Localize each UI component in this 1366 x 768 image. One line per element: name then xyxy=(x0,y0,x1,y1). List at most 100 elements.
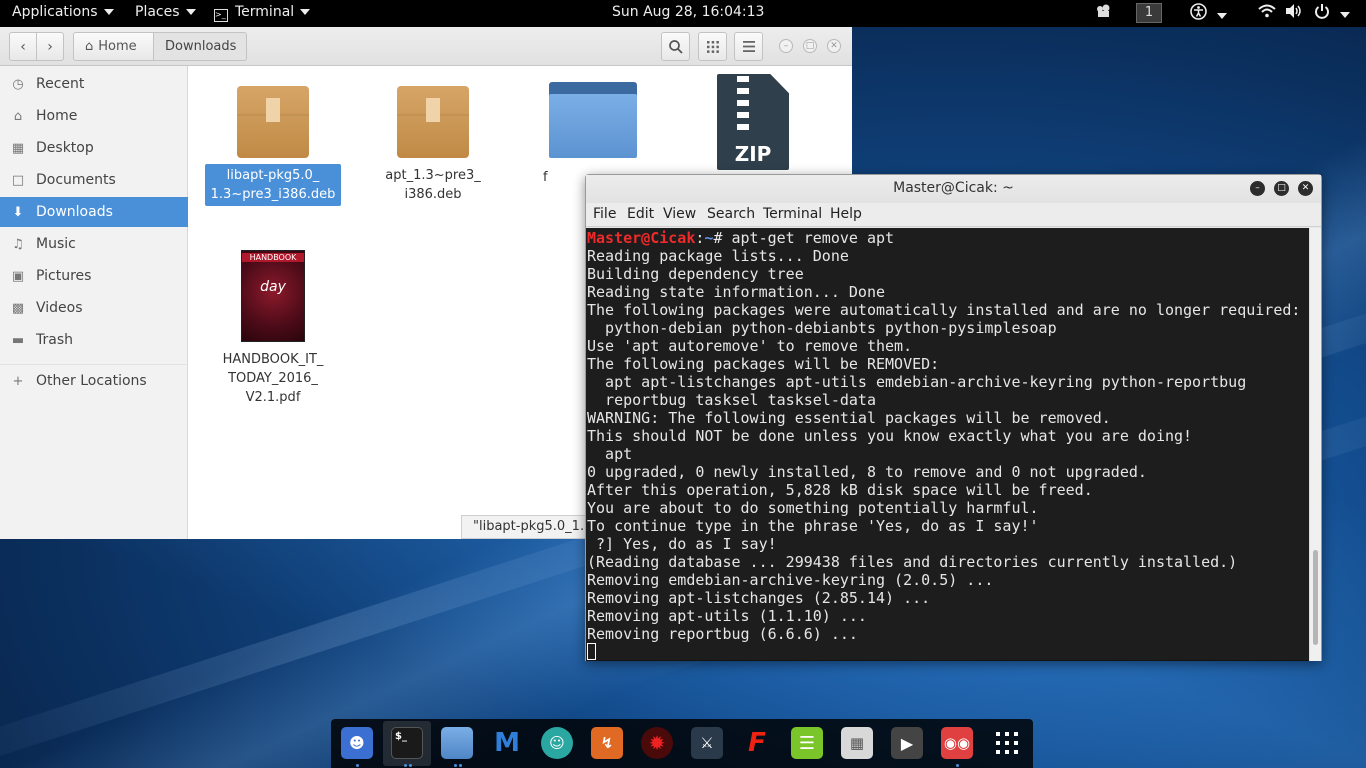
sidebar-item-pictures[interactable]: ▣ Pictures xyxy=(0,261,188,291)
scrollbar-thumb[interactable] xyxy=(1313,550,1318,645)
menu-file[interactable]: File xyxy=(593,206,616,222)
package-icon xyxy=(237,86,309,158)
pidgin-icon[interactable]: ☻ xyxy=(341,727,373,759)
sidebar-item-trash[interactable]: ▬ Trash xyxy=(0,325,188,355)
terminal-line: apt xyxy=(587,445,633,463)
terminal-line: Removing apt-listchanges (2.85.14) ... xyxy=(587,589,931,607)
places-sidebar: ◷ Recent ⌂ Home ▦ Desktop □ Documents ⬇ Downl… xyxy=(0,66,188,539)
path-home-label: Home xyxy=(98,39,137,54)
music-icon: ♫ xyxy=(12,236,24,252)
terminal-line: Reading package lists... Done xyxy=(587,247,849,265)
menu-help[interactable]: Help xyxy=(830,206,862,222)
sidebar-item-recent[interactable]: ◷ Recent xyxy=(0,69,188,99)
sidebar-item-music[interactable]: ♫ Music xyxy=(0,229,188,259)
video-camera-icon[interactable] xyxy=(1096,3,1113,23)
chevron-down-icon xyxy=(300,9,311,15)
files-icon[interactable] xyxy=(441,727,473,759)
search-button[interactable] xyxy=(661,32,690,61)
file-item-apt[interactable]: apt_1.3~pre3_ i386.deb xyxy=(365,86,501,206)
sidebar-item-desktop[interactable]: ▦ Desktop xyxy=(0,133,188,163)
sidebar-item-label: Music xyxy=(36,236,76,252)
app-grid-icon[interactable] xyxy=(991,727,1023,759)
desktop-folder-icon: ▦ xyxy=(11,140,25,156)
burpsuite-icon[interactable]: ↯ xyxy=(591,727,623,759)
minimize-icon: – xyxy=(783,41,789,51)
close-button[interactable]: ✕ xyxy=(827,39,841,53)
terminal-scrollbar[interactable] xyxy=(1309,228,1321,661)
armitage-icon[interactable]: ✹ xyxy=(641,727,673,759)
accessibility-icon[interactable] xyxy=(1190,3,1228,24)
sidebar-item-home[interactable]: ⌂ Home xyxy=(0,101,188,131)
plus-icon: + xyxy=(12,373,24,389)
power-icon[interactable] xyxy=(1314,3,1351,23)
menu-terminal[interactable]: Terminal xyxy=(763,206,822,222)
terminal-titlebar[interactable]: Master@Cicak: ~ xyxy=(586,175,1321,203)
kali-dragon-icon[interactable]: ⚔ xyxy=(691,727,723,759)
maximize-button[interactable]: □ xyxy=(1274,181,1289,196)
terminal-command-line: Master@Cicak:~# apt-get remove apt xyxy=(587,229,895,247)
minimize-button[interactable]: – xyxy=(1250,181,1265,196)
grid-icon xyxy=(706,40,719,53)
running-indicator xyxy=(409,764,412,767)
back-button[interactable]: ‹ xyxy=(9,32,37,61)
wifi-icon[interactable] xyxy=(1258,3,1276,23)
player-icon[interactable]: ▶ xyxy=(891,727,923,759)
sidebar-item-label: Other Locations xyxy=(36,373,147,389)
sidebar-item-label: Downloads xyxy=(36,204,113,220)
menu-edit[interactable]: Edit xyxy=(627,206,654,222)
terminal-line: Reading state information... Done xyxy=(587,283,886,301)
places-label: Places xyxy=(135,4,180,20)
faraday-icon[interactable]: F xyxy=(741,727,773,759)
sidebar-item-label: Documents xyxy=(36,172,116,188)
clock-icon: ◷ xyxy=(12,76,24,92)
minimize-button[interactable]: – xyxy=(779,39,793,53)
chevron-down-icon xyxy=(103,9,114,15)
anime-avatar-icon[interactable]: ☺ xyxy=(541,727,573,759)
sidebar-item-downloads[interactable]: ⬇ Downloads xyxy=(0,197,188,227)
view-toggle-button[interactable] xyxy=(698,32,727,61)
folder-icon xyxy=(549,82,637,160)
menu-view[interactable]: View xyxy=(663,206,696,222)
applications-menu[interactable]: Applications xyxy=(12,4,114,20)
workspace-indicator[interactable]: 1 xyxy=(1136,3,1162,23)
terminal-line: Building dependency tree xyxy=(587,265,804,283)
file-item-zip[interactable]: ZIP xyxy=(685,74,821,170)
notes-icon[interactable]: ☰ xyxy=(791,727,823,759)
selection-status-floating-bar: "libapt-pkg5.0_1. xyxy=(461,515,601,539)
sidebar-item-other-locations[interactable]: + Other Locations xyxy=(0,366,188,396)
path-home-button[interactable]: ⌂ Home xyxy=(73,32,154,61)
close-icon: ✕ xyxy=(1301,183,1310,193)
path-downloads-button[interactable]: Downloads xyxy=(153,32,247,61)
volume-icon[interactable] xyxy=(1285,3,1303,23)
file-item-folder[interactable]: f xyxy=(525,82,661,189)
clock-label: Sun Aug 28, 16:04:13 xyxy=(612,4,765,20)
download-icon: ⬇ xyxy=(12,204,24,220)
terminal-output[interactable]: Master@Cicak:~# apt-get remove apt Readin… xyxy=(586,228,1309,661)
zip-archive-icon: ZIP xyxy=(717,74,789,170)
terminal-app-label: Terminal xyxy=(235,4,295,20)
dock: ☻ $_ M ☺ ↯ ✹ ⚔ F ☰ ▦ ▶ ◉◉ xyxy=(331,719,1033,768)
file-item-handbook-pdf[interactable]: HANDBOOK day HANDBOOK_IT_ TODAY_2016_ V2.1.… xyxy=(205,250,341,409)
sidebar-item-videos[interactable]: ▩ Videos xyxy=(0,293,188,323)
video-icon: ▩ xyxy=(11,300,25,316)
metasploit-icon[interactable]: M xyxy=(491,727,523,759)
forward-button[interactable]: › xyxy=(36,32,64,61)
maximize-button[interactable]: □ xyxy=(803,39,817,53)
glasses-icon[interactable]: ◉◉ xyxy=(941,727,973,759)
close-button[interactable]: ✕ xyxy=(1298,181,1313,196)
terminal-line: This should NOT be done unless you know … xyxy=(587,427,1193,445)
terminal-line: python-debian python-debianbts python-py… xyxy=(587,319,1057,337)
terminal-icon[interactable]: $_ xyxy=(391,727,423,759)
terminal-line: 0 upgraded, 0 newly installed, 8 to remo… xyxy=(587,463,1147,481)
file-item-libapt-pkg[interactable]: libapt-pkg5.0_ 1.3~pre3_i386.deb xyxy=(205,86,341,206)
maximize-icon: □ xyxy=(1277,183,1286,193)
clock[interactable]: Sun Aug 28, 16:04:13 xyxy=(612,4,764,20)
package-icon xyxy=(397,86,469,158)
sidebar-item-documents[interactable]: □ Documents xyxy=(0,165,188,195)
menu-search[interactable]: Search xyxy=(707,206,755,222)
terminal-app-menu[interactable]: >_ Terminal xyxy=(214,4,311,22)
menu-button[interactable] xyxy=(734,32,763,61)
terminal-line: Removing emdebian-archive-keyring (2.0.5… xyxy=(587,571,994,589)
places-menu[interactable]: Places xyxy=(135,4,196,20)
dictionary-icon[interactable]: ▦ xyxy=(841,727,873,759)
